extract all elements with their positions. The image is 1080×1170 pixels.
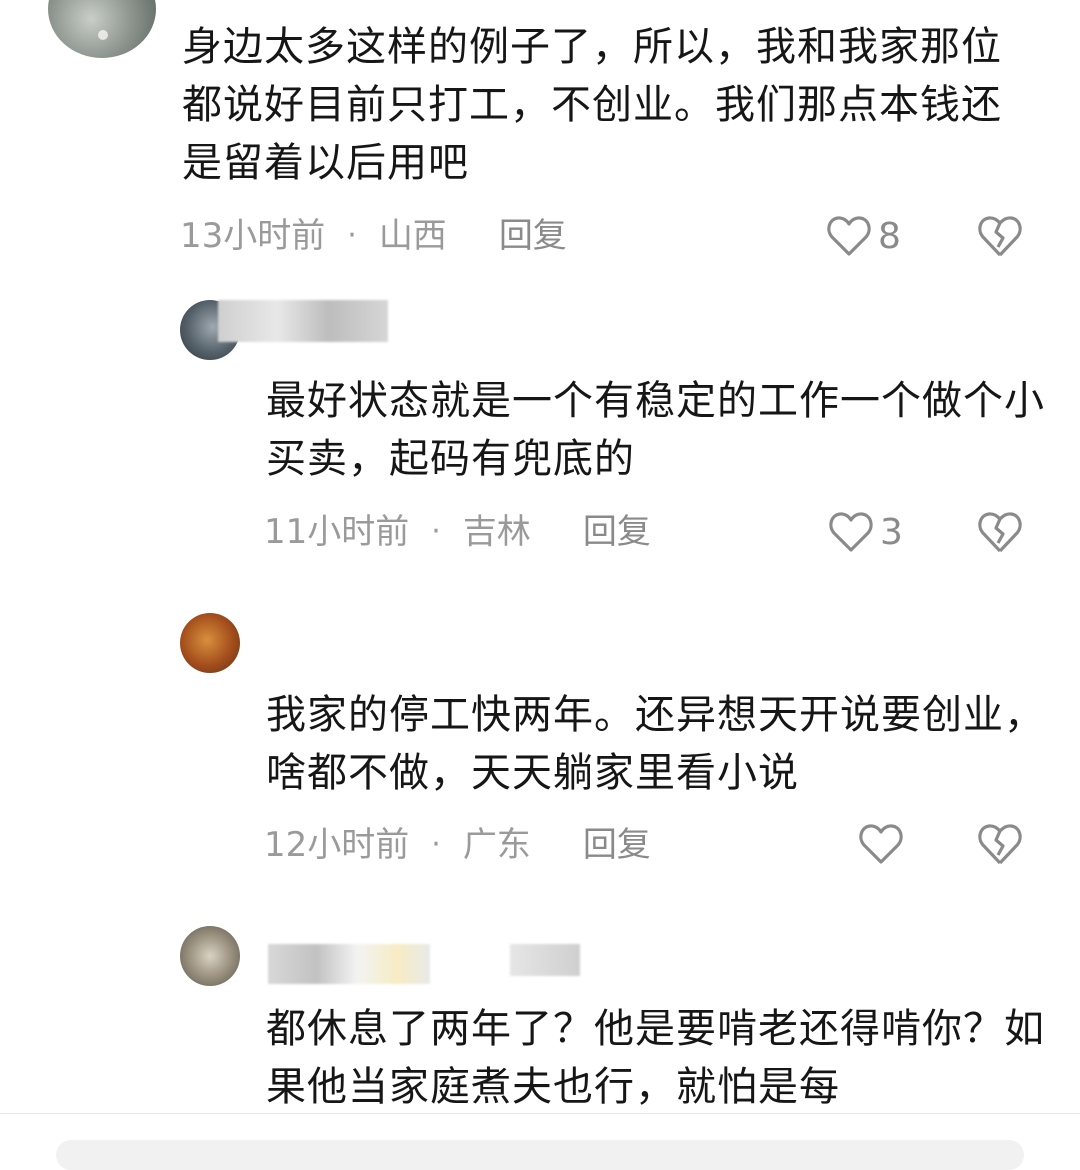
- comment-location: 山西: [378, 216, 447, 256]
- comment-meta: 12小时前 · 广东 回复: [264, 823, 651, 867]
- comment-text: 都休息了两年了？他是要啃老还得啃你？如果他当家庭煮夫也行，就怕是每: [266, 1006, 1045, 1110]
- broken-heart-icon[interactable]: [976, 820, 1024, 868]
- reply-button[interactable]: 回复: [499, 214, 567, 258]
- avatar[interactable]: [180, 613, 240, 673]
- comment-text: 最好状态就是一个有稳定的工作一个做个小买卖，起码有兜底的: [266, 378, 1045, 482]
- comment-meta: 11小时前 · 吉林 回复: [264, 510, 651, 554]
- comment-location: 吉林: [462, 512, 531, 552]
- blurred-username: [510, 944, 580, 976]
- broken-heart-icon[interactable]: [976, 508, 1024, 556]
- reply-button[interactable]: 回复: [583, 823, 651, 867]
- broken-heart-icon[interactable]: [976, 212, 1024, 260]
- avatar[interactable]: [48, 0, 156, 58]
- comment-input-bar[interactable]: [56, 1140, 1024, 1170]
- reply-button[interactable]: 回复: [583, 510, 651, 554]
- heart-outline-icon: [827, 216, 871, 256]
- comment-meta: 13小时前 · 山西 回复: [180, 214, 567, 258]
- comment-time: 12小时前: [264, 825, 410, 865]
- divider: [0, 1113, 1080, 1114]
- comment-text: 我家的停工快两年。还异想天开说要创业，啥都不做，天天躺家里看小说: [266, 692, 1045, 796]
- avatar[interactable]: [180, 926, 240, 986]
- like-button[interactable]: [858, 820, 910, 868]
- comment-text: 身边太多这样的例子了，所以，我和我家那位都说好目前只打工，不创业。我们那点本钱还…: [182, 24, 1002, 186]
- comment-location: 广东: [462, 825, 531, 865]
- meta-separator: ·: [431, 827, 441, 862]
- like-count: 8: [878, 215, 901, 257]
- meta-separator: ·: [347, 218, 357, 253]
- meta-separator: ·: [431, 514, 441, 549]
- heart-outline-icon: [829, 512, 873, 552]
- like-button[interactable]: 3: [828, 508, 903, 556]
- blurred-username: [218, 300, 388, 342]
- like-count: 3: [880, 511, 903, 553]
- comment-time: 13小时前: [180, 216, 326, 256]
- heart-outline-icon: [859, 824, 903, 864]
- comment-time: 11小时前: [264, 512, 410, 552]
- like-button[interactable]: 8: [826, 212, 901, 260]
- blurred-username: [268, 944, 430, 984]
